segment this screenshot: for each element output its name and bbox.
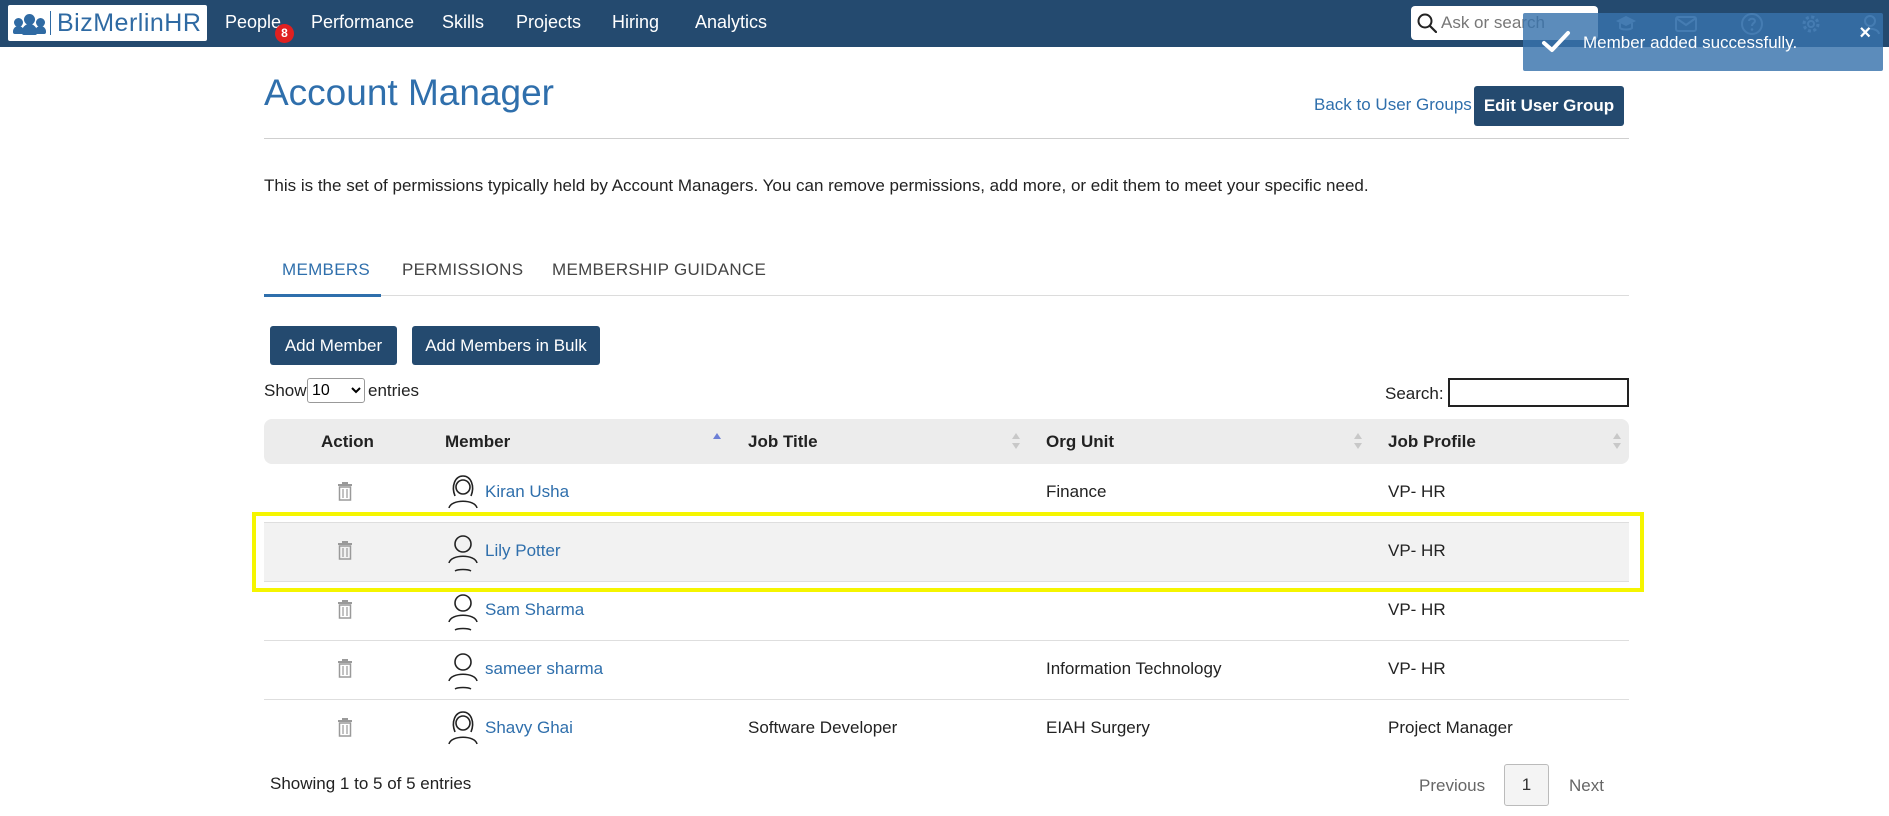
nav-analytics[interactable]: Analytics [695,12,767,33]
job-profile-cell: VP- HR [1388,600,1446,619]
column-header-action: Action [321,432,374,451]
edit-user-group-button[interactable]: Edit User Group [1474,86,1624,126]
page-1-button[interactable]: 1 [1504,764,1549,806]
tabs-divider [264,295,1629,296]
group-description: This is the set of permissions typically… [264,176,1369,195]
column-header-org-unit[interactable]: Org Unit [1046,432,1114,452]
column-header-member[interactable]: Member [445,432,510,452]
tab-membership-guidance[interactable]: MEMBERSHIP GUIDANCE [552,260,766,280]
trash-icon[interactable] [337,541,353,560]
job-title-cell: Software Developer [748,718,898,737]
job-profile-cell: VP- HR [1388,541,1446,560]
column-header-job-profile[interactable]: Job Profile [1388,432,1476,452]
sort-icon[interactable] [1353,431,1363,451]
table-info: Showing 1 to 5 of 5 entries [270,774,472,793]
nav-people[interactable]: People [225,12,281,33]
success-toast: Member added successfully. × [1523,13,1883,71]
nav-performance[interactable]: Performance [311,12,414,33]
user-avatar-icon [448,535,478,572]
show-label: Show [264,381,307,400]
table-row: Kiran Usha Finance VP- HR [264,464,1629,523]
checkmark-icon [1542,31,1570,52]
back-to-user-groups-link[interactable]: Back to User Groups [1314,95,1472,115]
sort-icon[interactable] [1011,431,1021,451]
job-profile-cell: VP- HR [1388,482,1446,501]
logo-divider [50,11,51,35]
nav-hiring[interactable]: Hiring [612,12,659,33]
user-avatar-icon [448,653,478,690]
active-tab-indicator [264,294,381,297]
tab-permissions[interactable]: PERMISSIONS [402,260,523,280]
tab-members[interactable]: MEMBERS [282,260,370,280]
org-unit-cell: Finance [1046,482,1107,501]
member-name-link[interactable]: Sam Sharma [485,600,584,620]
add-members-bulk-button[interactable]: Add Members in Bulk [412,326,600,365]
nav-projects[interactable]: Projects [516,12,581,33]
brand-logo[interactable]: BizMerlinHR [8,5,207,41]
table-row: Lily Potter VP- HR [264,523,1629,582]
org-unit-cell: EIAH Surgery [1046,718,1150,737]
trash-icon[interactable] [337,482,353,501]
nav-skills[interactable]: Skills [442,12,484,33]
add-member-button[interactable]: Add Member [270,326,397,365]
previous-page-button[interactable]: Previous [1419,776,1485,796]
trash-icon[interactable] [337,718,353,737]
next-page-button[interactable]: Next [1569,776,1604,796]
job-profile-cell: Project Manager [1388,718,1513,737]
user-avatar-icon [448,594,478,631]
page-title: Account Manager [264,72,555,113]
close-icon[interactable]: × [1859,22,1871,45]
people-notification-badge: 8 [275,24,294,43]
entries-label: entries [368,381,420,400]
sort-ascending-icon[interactable] [712,431,722,451]
org-unit-cell: Information Technology [1046,659,1222,678]
member-name-link[interactable]: Shavy Ghai [485,718,573,738]
job-profile-cell: VP- HR [1388,659,1446,678]
table-row: Sam Sharma VP- HR [264,582,1629,641]
table-search-label: Search: [1385,384,1444,403]
toast-message: Member added successfully. [1583,33,1798,52]
search-icon [1417,13,1437,33]
sort-icon[interactable] [1612,431,1622,451]
column-header-job-title[interactable]: Job Title [748,432,818,452]
table-header: Action Member Job Title Org Unit Job Pro… [264,419,1629,464]
member-name-link[interactable]: Lily Potter [485,541,561,561]
member-name-link[interactable]: sameer sharma [485,659,603,679]
female-avatar-icon [448,475,478,509]
trash-icon[interactable] [337,659,353,678]
table-row: Shavy Ghai Software Developer EIAH Surge… [264,700,1629,759]
header-divider [264,138,1629,139]
people-logo-icon [13,11,46,35]
entries-per-page-select[interactable]: 10 [307,378,365,403]
table-search-input[interactable] [1448,378,1629,407]
trash-icon[interactable] [337,600,353,619]
member-name-link[interactable]: Kiran Usha [485,482,569,502]
brand-name: BizMerlinHR [57,8,202,37]
table-row: sameer sharma Information Technology VP-… [264,641,1629,700]
female-avatar-icon [448,711,478,745]
